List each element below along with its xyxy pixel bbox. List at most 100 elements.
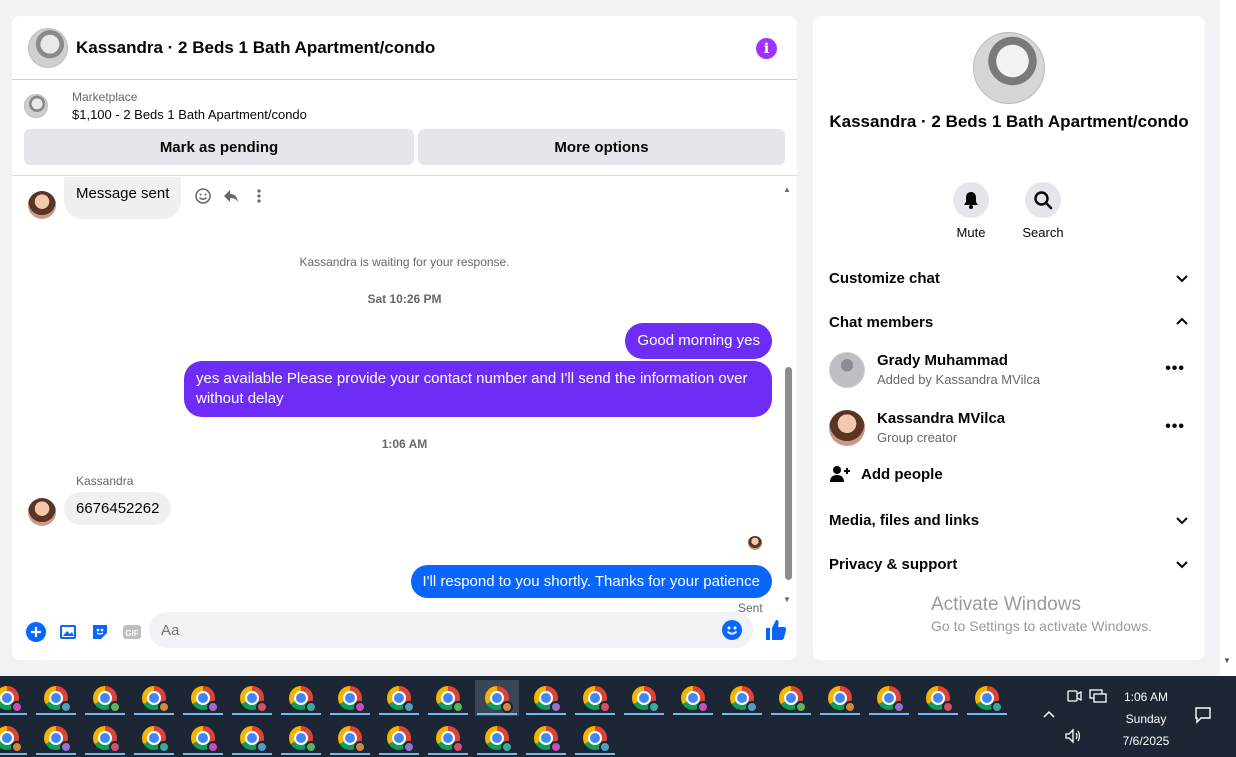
chrome-taskbar-button[interactable] <box>524 720 568 756</box>
chrome-taskbar-button[interactable] <box>132 720 176 756</box>
more-options-icon[interactable]: ••• <box>1165 418 1185 436</box>
chevron-up-icon[interactable] <box>1042 709 1056 719</box>
scroll-down-arrow[interactable]: ▼ <box>783 595 791 604</box>
more-vertical-icon[interactable] <box>250 187 268 205</box>
more-options-button[interactable]: More options <box>418 129 785 165</box>
marketplace-listing[interactable]: $1,100 - 2 Beds 1 Bath Apartment/condo <box>72 106 307 124</box>
chrome-taskbar-button[interactable] <box>573 720 617 756</box>
volume-icon[interactable] <box>1064 728 1082 744</box>
listing-thumbnail[interactable] <box>28 27 68 68</box>
customize-chat-label: Customize chat <box>829 269 940 287</box>
member-name[interactable]: Grady Muhammad <box>877 351 1040 370</box>
chrome-icon <box>387 686 415 713</box>
chat-members-section[interactable]: Chat members <box>829 308 1189 336</box>
chrome-taskbar-button[interactable] <box>867 680 911 716</box>
network-icon[interactable] <box>1089 688 1107 704</box>
chrome-taskbar-button[interactable] <box>769 680 813 716</box>
scroll-down-arrow[interactable]: ▼ <box>1223 656 1231 665</box>
listing-small-thumbnail[interactable] <box>24 94 48 118</box>
chrome-taskbar-button[interactable] <box>377 680 421 716</box>
chrome-taskbar-button[interactable] <box>0 720 29 756</box>
mark-as-pending-button[interactable]: Mark as pending <box>24 129 414 165</box>
add-people-button[interactable]: Add people <box>829 464 943 484</box>
chrome-taskbar-button[interactable] <box>475 720 519 756</box>
info-icon[interactable]: i <box>756 38 777 59</box>
chrome-taskbar-button[interactable] <box>279 680 323 716</box>
chrome-taskbar-button[interactable] <box>916 680 960 716</box>
chrome-icon <box>730 686 758 713</box>
customize-chat-section[interactable]: Customize chat <box>829 264 1189 292</box>
page-scrollbar[interactable]: ▼ <box>1220 0 1236 676</box>
chrome-taskbar-button[interactable] <box>83 720 127 756</box>
chrome-taskbar-button[interactable] <box>475 680 519 716</box>
chrome-taskbar-button[interactable] <box>965 680 1009 716</box>
react-emoji-icon[interactable] <box>194 187 212 205</box>
chrome-taskbar-button[interactable] <box>426 680 470 716</box>
group-name: Kassandra · 2 Beds 1 Bath Apartment/cond… <box>829 112 1189 131</box>
gif-icon[interactable]: GIF <box>122 622 142 642</box>
mute-label: Mute <box>956 225 986 240</box>
message-composer: GIF <box>12 612 797 652</box>
reply-icon[interactable] <box>222 187 240 205</box>
search-button[interactable]: Search <box>1013 182 1073 240</box>
chevron-up-icon <box>1176 317 1188 325</box>
chrome-taskbar-button[interactable] <box>34 680 78 716</box>
sticker-icon[interactable] <box>90 622 110 642</box>
chrome-icon <box>0 686 23 713</box>
chrome-taskbar-button[interactable] <box>181 680 225 716</box>
member-item[interactable]: Kassandra MVilca Group creator ••• <box>829 406 1189 450</box>
chrome-taskbar-button[interactable] <box>328 720 372 756</box>
emoji-icon[interactable] <box>721 619 743 641</box>
scroll-thumb[interactable] <box>785 367 792 580</box>
plus-icon[interactable] <box>26 622 46 642</box>
timestamp: Sat 10:26 PM <box>367 292 442 306</box>
chrome-taskbar-button[interactable] <box>426 720 470 756</box>
chrome-taskbar-button[interactable] <box>230 720 274 756</box>
avatar[interactable] <box>829 410 865 446</box>
scroll-up-arrow[interactable]: ▲ <box>783 185 791 194</box>
chrome-taskbar-button[interactable] <box>573 680 617 716</box>
chrome-taskbar-button[interactable] <box>720 680 764 716</box>
chrome-taskbar-button[interactable] <box>818 680 862 716</box>
chrome-taskbar-button[interactable] <box>83 680 127 716</box>
chrome-icon <box>534 686 562 713</box>
member-name[interactable]: Kassandra MVilca <box>877 409 1005 428</box>
chrome-icon <box>583 726 611 753</box>
chrome-taskbar-button[interactable] <box>377 720 421 756</box>
avatar[interactable] <box>829 352 865 388</box>
chrome-taskbar-button[interactable] <box>328 680 372 716</box>
chrome-icon <box>828 686 856 713</box>
privacy-support-section[interactable]: Privacy & support <box>829 550 1189 578</box>
chrome-taskbar-button[interactable] <box>132 680 176 716</box>
chrome-taskbar-button[interactable] <box>230 680 274 716</box>
chrome-taskbar-button[interactable] <box>279 720 323 756</box>
media-files-section[interactable]: Media, files and links <box>829 506 1189 534</box>
chat-title[interactable]: Kassandra · 2 Beds 1 Bath Apartment/cond… <box>76 38 435 58</box>
sender-avatar[interactable] <box>28 191 56 219</box>
message-bubble-outgoing: yes available Please provide your contac… <box>184 361 772 417</box>
add-person-icon <box>830 466 850 482</box>
chrome-taskbar-button[interactable] <box>0 680 29 716</box>
chrome-icon <box>485 686 513 713</box>
sender-avatar[interactable] <box>28 498 56 526</box>
mute-button[interactable]: Mute <box>941 182 1001 240</box>
system-clock[interactable]: 1:06 AM Sunday 7/6/2025 <box>1108 686 1184 752</box>
member-item[interactable]: Grady Muhammad Added by Kassandra MVilca… <box>829 348 1189 392</box>
group-photo[interactable] <box>973 32 1045 104</box>
chrome-taskbar-button[interactable] <box>34 720 78 756</box>
message-input[interactable] <box>161 621 701 639</box>
thumbs-up-icon[interactable] <box>764 618 788 642</box>
notifications-icon[interactable] <box>1194 706 1212 724</box>
chrome-taskbar-button[interactable] <box>622 680 666 716</box>
waiting-note: Kassandra is waiting for your response. <box>299 255 510 269</box>
message-scrollbar[interactable]: ▲ ▼ <box>783 185 793 605</box>
chrome-taskbar-button[interactable] <box>524 680 568 716</box>
meet-now-icon[interactable] <box>1066 688 1082 704</box>
chrome-taskbar-button[interactable] <box>671 680 715 716</box>
message-input-box[interactable] <box>149 612 753 648</box>
chevron-down-icon <box>1176 561 1188 569</box>
chrome-icon <box>387 726 415 753</box>
more-options-icon[interactable]: ••• <box>1165 360 1185 378</box>
photo-icon[interactable] <box>58 622 78 642</box>
chrome-taskbar-button[interactable] <box>181 720 225 756</box>
